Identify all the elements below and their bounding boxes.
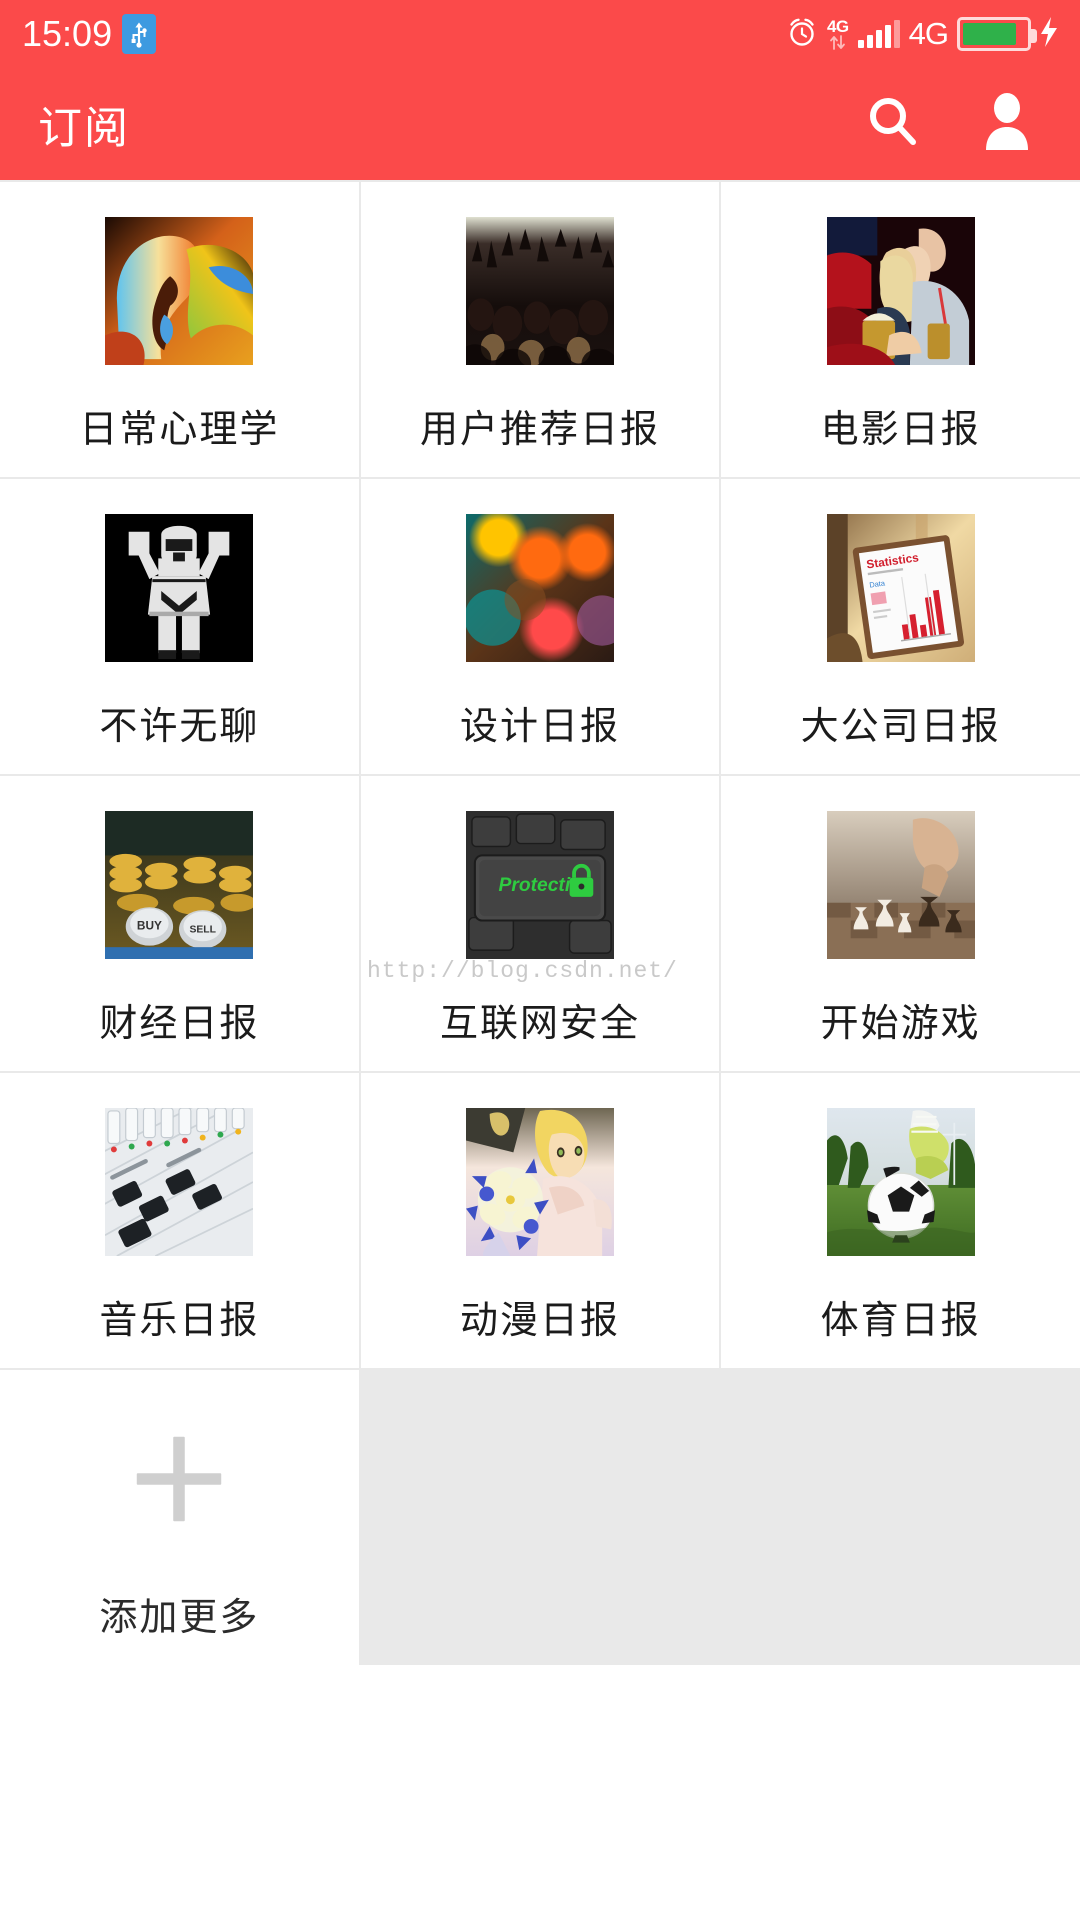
grid-item[interactable]: 日常心理学 [0,182,359,477]
bokeh-lights-thumbnail [465,514,614,662]
page-title: 订阅 [38,104,130,153]
grid-item-label: 互联网安全 [439,1003,640,1045]
alarm-clock-icon [786,16,818,53]
status-bar-left: 15:09 [22,13,157,54]
cinema-couple-thumbnail [826,217,975,365]
status-bar: 15:09 4G 4G [0,0,1080,68]
grid-item[interactable]: 音乐日报 [0,1073,359,1368]
grid-item[interactable]: Protection 互联网安全 [360,776,720,1071]
grid-item-label: 开始游戏 [820,1003,981,1045]
app-bar: 订阅 [0,68,1080,180]
grid-item[interactable]: 动漫日报 [360,1073,720,1368]
grid-item[interactable]: 电影日报 [721,182,1080,477]
grid-item-label: 体育日报 [820,1300,981,1342]
keyboard-protection-key-thumbnail: Protection [465,811,614,959]
data-transfer-icon: 4G [827,18,849,50]
network-type-label: 4G [908,16,949,51]
grid-item[interactable]: 用户推荐日报 [360,182,720,477]
grid-item-label: 设计日报 [459,706,620,748]
subscription-screen: 15:09 4G 4G 订阅 http://blog.csdn.net/ 日常心… [0,0,1080,1920]
grid-item-label: 日常心理学 [79,409,280,451]
concert-crowd-thumbnail [465,217,614,365]
grid-item[interactable]: 体育日报 [721,1073,1080,1368]
add-more-button[interactable]: 添加更多 [0,1370,359,1665]
soccer-ball-grass-thumbnail [826,1108,975,1256]
search-icon [863,92,923,157]
grid-item[interactable]: BUY SELL 财经日报 [0,776,359,1071]
person-icon [979,92,1035,157]
grid-item-label: 动漫日报 [459,1300,620,1342]
status-clock: 15:09 [22,13,113,54]
status-bar-right: 4G 4G [786,16,1058,53]
grid-item-label: 不许无聊 [99,706,260,748]
grid-item-label: 用户推荐日报 [419,409,660,451]
stormtrooper-thumbnail [105,514,254,662]
search-button[interactable] [860,91,926,157]
svg-text:SELL: SELL [190,924,217,935]
grid-item-label: 大公司日报 [800,706,1001,748]
grid-item[interactable]: Statistics Data 大公司日报 [721,479,1080,774]
signal-bars-icon [857,19,900,48]
subscription-grid: 日常心理学 用户推荐日报 电影日报 不许无聊 设计日报 Statistics D… [0,180,1080,1665]
plus-icon [105,1405,253,1553]
grid-item[interactable]: 设计日报 [360,479,720,774]
profile-button[interactable] [974,91,1040,157]
grid-item-label: 财经日报 [99,1003,260,1045]
coins-buy-sell-thumbnail: BUY SELL [105,811,254,959]
add-more-label: 添加更多 [99,1597,260,1639]
grid-item[interactable]: 不许无聊 [0,479,359,774]
grid-item-label: 音乐日报 [99,1300,260,1342]
audio-mixer-thumbnail [105,1108,254,1256]
abstract-face-art-thumbnail [105,217,254,365]
chess-board-thumbnail [826,811,975,959]
app-bar-actions [860,91,1040,157]
usb-icon [122,14,157,54]
tablet-statistics-thumbnail: Statistics Data [826,514,975,662]
grid-item[interactable]: 开始游戏 [721,776,1080,1071]
anime-girl-flowers-thumbnail [465,1108,614,1256]
charging-bolt-icon [1040,16,1058,52]
battery-icon [957,17,1037,51]
grid-item-label: 电影日报 [820,409,981,451]
svg-text:BUY: BUY [137,918,162,932]
